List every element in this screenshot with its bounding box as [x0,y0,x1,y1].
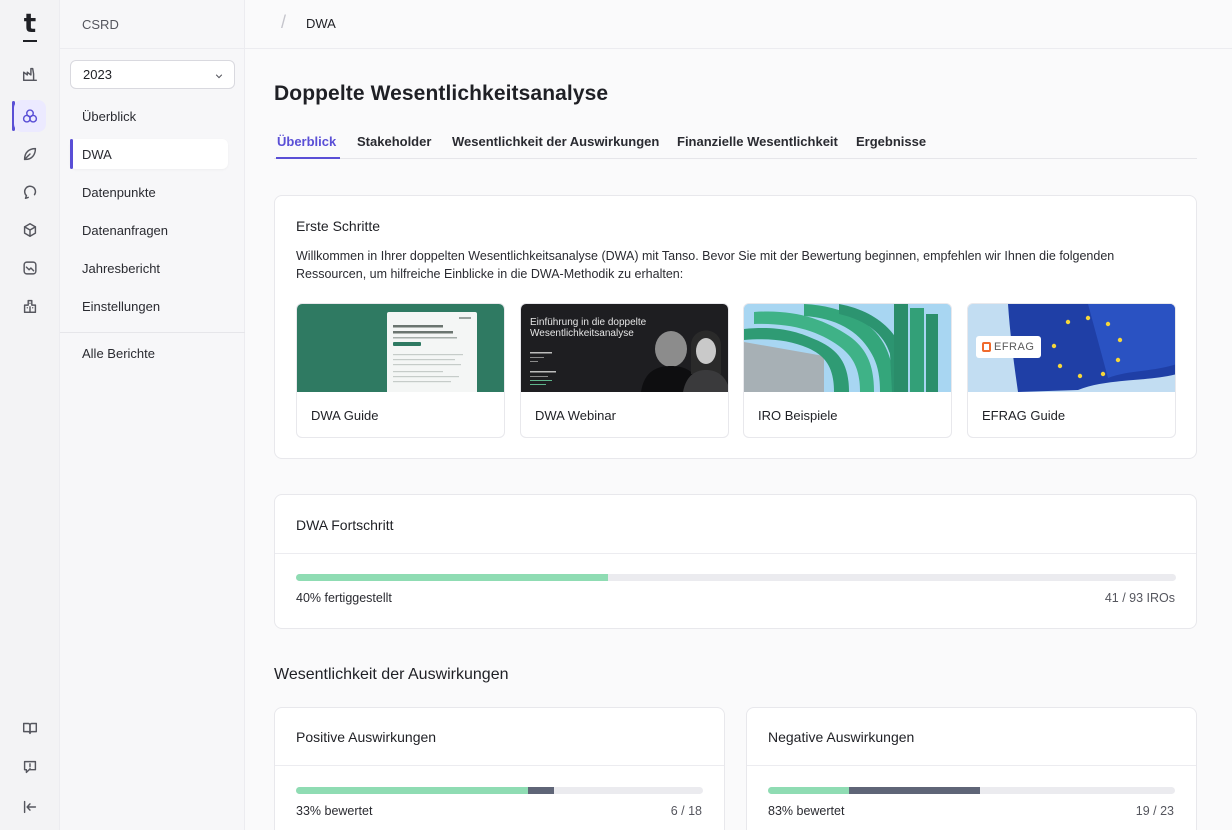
resource-label: DWA Webinar [535,408,616,423]
getting-started-card: Erste Schritte Willkommen in Ihrer doppe… [274,195,1197,459]
positive-impacts-card[interactable]: Positive Auswirkungen 33% bewertet 6 / 1… [274,707,725,830]
resource-card-dwa-guide[interactable]: DWA Guide [296,303,505,438]
negative-count: 19 / 23 [1135,804,1174,818]
sidebar-item-datenpunkte[interactable]: Datenpunkte [70,177,228,207]
factory-icon[interactable] [14,58,46,90]
active-tab-underline [276,157,340,159]
positive-count: 6 / 18 [670,804,702,818]
progress-fill-green [768,787,850,794]
positive-impacts-title: Positive Auswirkungen [296,729,437,745]
collapse-sidebar-icon[interactable] [14,791,46,823]
dwa-webinar-thumbnail: Einführung in die doppelte Wesentlichkei… [521,304,728,392]
sidebar-item-datenanfragen[interactable]: Datenanfragen [70,215,228,245]
sidebar-item-alle-berichte[interactable]: Alle Berichte [70,338,228,368]
sidebar-active-indicator [70,139,73,169]
efrag-badge-text: EFRAG [994,341,1035,353]
breadcrumb-separator: / [281,12,287,32]
dwa-progress-bar [296,574,1176,581]
resource-label: IRO Beispiele [758,408,838,423]
page-title: Doppelte Wesentlichkeitsanalyse [274,82,609,105]
year-select[interactable]: 2023 [70,60,235,89]
card-divider [747,765,1196,766]
progress-fill-green [296,787,528,794]
cycle-icon[interactable] [14,176,46,208]
feedback-icon[interactable] [14,751,46,783]
impact-section-title: Wesentlichkeit der Auswirkungen [274,666,509,683]
tab-finanzielle-wesentlichkeit[interactable]: Finanzielle Wesentlichkeit [677,134,838,149]
webinar-thumb-title: Einführung in die doppelte Wesentlichkei… [530,317,647,339]
dwa-guide-thumbnail [297,304,504,392]
breadcrumb-current[interactable]: DWA [306,16,336,31]
sidebar-item-jahresbericht[interactable]: Jahresbericht [70,253,228,283]
year-select-value: 2023 [83,67,112,82]
progress-fill-dark [849,787,980,794]
positive-caption: 33% bewertet [296,804,373,818]
progress-fill-green [296,574,609,581]
progress-fill-dark [527,787,555,794]
materiality-icon[interactable] [14,100,46,132]
dwa-progress-card: DWA Fortschritt 40% fertiggestellt 41 / … [274,494,1197,629]
progress-count: 41 / 93 IROs [1104,591,1175,605]
sidebar-divider [60,48,245,49]
building-icon[interactable] [14,290,46,322]
sidebar-section-title: CSRD [82,17,119,32]
sidebar-item-dwa[interactable]: DWA [70,139,228,169]
resource-label: DWA Guide [311,408,379,423]
card-divider [275,553,1196,554]
negative-progress-bar [768,787,1175,794]
negative-impacts-card[interactable]: Negative Auswirkungen 83% bewertet 19 / … [746,707,1197,830]
progress-title: DWA Fortschritt [296,517,394,533]
card-divider [275,765,724,766]
breadcrumb: / DWA [245,0,1232,49]
leaf-icon[interactable] [14,138,46,170]
tab-bar: Überblick Stakeholder Wesentlichkeit der… [274,126,1197,159]
getting-started-text: Willkommen in Ihrer doppelten Wesentlich… [296,249,1115,281]
efrag-badge: EFRAG [976,336,1042,358]
cube-icon[interactable] [14,214,46,246]
chart-box-icon[interactable] [14,252,46,284]
efrag-logo-icon [982,342,991,352]
sub-sidebar: CSRD 2023 Überblick DWA Datenpunkte Date… [60,0,245,830]
iro-beispiele-thumbnail [744,304,951,392]
positive-progress-bar [296,787,703,794]
icon-rail: t [0,0,60,830]
resource-card-efrag-guide[interactable]: EFRAG EFRAG Guide [967,303,1176,438]
sidebar-divider [60,332,245,333]
tab-ueberblick[interactable]: Überblick [277,134,336,149]
chevron-down-icon [215,74,223,79]
getting-started-title: Erste Schritte [296,218,381,234]
book-icon[interactable] [14,712,46,744]
progress-caption: 40% fertiggestellt [296,591,392,605]
tanso-logo[interactable]: t [0,10,60,42]
tab-wesentlichkeit-der-auswirkungen[interactable]: Wesentlichkeit der Auswirkungen [452,134,659,149]
sidebar-item-ueberblick[interactable]: Überblick [70,101,228,131]
resource-label: EFRAG Guide [982,408,1066,423]
tab-stakeholder[interactable]: Stakeholder [357,134,431,149]
tab-ergebnisse[interactable]: Ergebnisse [856,134,926,149]
resource-card-dwa-webinar[interactable]: Einführung in die doppelte Wesentlichkei… [520,303,729,438]
negative-impacts-title: Negative Auswirkungen [768,729,915,745]
negative-caption: 83% bewertet [768,804,845,818]
sidebar-item-einstellungen[interactable]: Einstellungen [70,291,228,321]
efrag-guide-thumbnail: EFRAG [968,304,1175,392]
resource-card-iro-beispiele[interactable]: IRO Beispiele [743,303,952,438]
